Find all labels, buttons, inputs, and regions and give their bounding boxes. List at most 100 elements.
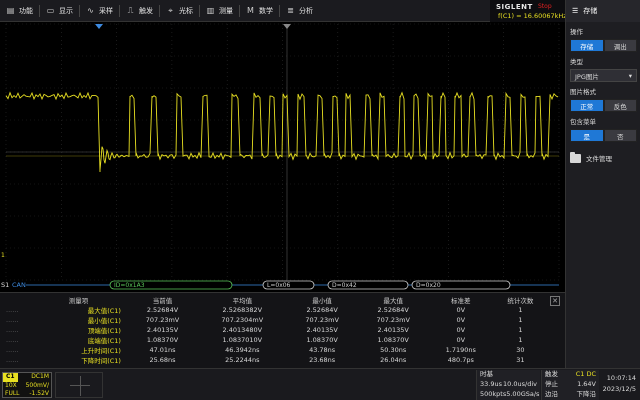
- table-cell: 707.23mV: [376, 316, 410, 324]
- trigger-box[interactable]: 触发 C1 DC 停止 1.64V 边沿 下降沿: [541, 370, 599, 400]
- table-row[interactable]: ...... 最小值(C1) 707.23mV 707.2304mV 707.2…: [0, 315, 548, 325]
- table-row[interactable]: ...... 下降时间(C1) 25.68ns 25.2244ns 23.68n…: [0, 355, 548, 365]
- table-cell: 707.23mV: [305, 316, 339, 324]
- menu-function[interactable]: ▤ 功能: [0, 0, 39, 22]
- table-row[interactable]: ...... 上升时间(C1) 47.01ns 46.3942ns 43.78n…: [0, 345, 548, 355]
- menu-label: 分析: [299, 6, 313, 15]
- measurement-name: 顶端值(C1): [87, 327, 121, 335]
- menu-label: 数学: [259, 6, 273, 15]
- measurement-header-row: 测量项 当前值 平均值 最小值 最大值 标准差 统计次数: [0, 295, 548, 305]
- timebase-box[interactable]: 时基 33.9us 10.0us/div 500kpts 5.00GSa/s: [476, 370, 540, 400]
- chevron-down-icon: ▾: [628, 71, 632, 80]
- frequency-counter: f(C1) = 16.60067kHz: [498, 12, 567, 20]
- table-cell: 1.08370V: [377, 336, 409, 344]
- horizontal-position-marker: [95, 24, 103, 29]
- row-handle: ......: [6, 336, 19, 344]
- table-row[interactable]: ...... 最大值(C1) 2.52684V 2.5268382V 2.526…: [0, 305, 548, 315]
- include-menu-yes-option[interactable]: 是: [570, 129, 604, 142]
- run-state[interactable]: Stop: [538, 3, 552, 10]
- operation-recall-option[interactable]: 调出: [603, 39, 637, 52]
- table-row[interactable]: ...... 顶端值(C1) 2.40135V 2.4013480V 2.401…: [0, 325, 548, 335]
- table-cell: 1: [518, 316, 523, 324]
- row-handle: ......: [6, 356, 19, 364]
- type-select[interactable]: JPG图片 ▾: [570, 69, 637, 82]
- ch1-ground-marker[interactable]: 1: [1, 252, 5, 259]
- ch1-waveform: [5, 91, 559, 173]
- include-menu-no-option[interactable]: 否: [603, 129, 637, 142]
- column-header: [0, 295, 30, 305]
- add-channel-button[interactable]: [55, 372, 103, 398]
- table-cell: 43.78ns: [309, 346, 336, 354]
- trigger-type: 边沿: [545, 390, 558, 398]
- format-invert-option[interactable]: 反色: [603, 99, 637, 112]
- menu-display[interactable]: ▭ 显示: [40, 0, 79, 22]
- table-cell: 2.40135V: [377, 326, 409, 334]
- column-header: 统计次数: [507, 297, 534, 305]
- ch1-coupling: DC1M: [31, 373, 49, 380]
- memory-depth: 500kpts: [480, 390, 507, 398]
- trigger-level: 1.64V: [577, 380, 596, 388]
- panel-title[interactable]: ☰ 存储: [566, 0, 640, 22]
- close-icon[interactable]: ✕: [550, 296, 560, 306]
- table-row[interactable]: ...... 底端值(C1) 1.08370V 1.0837010V 1.083…: [0, 335, 548, 345]
- ch1-tag: C1: [3, 373, 18, 382]
- folder-icon: [570, 151, 581, 163]
- table-cell: 25.68ns: [149, 356, 176, 364]
- table-cell: 480.7ps: [447, 356, 474, 364]
- menu-lines-icon: ☰: [572, 7, 579, 15]
- menu-trigger[interactable]: ⎍ 触发: [120, 0, 159, 22]
- file-manager-button[interactable]: 文件管理: [566, 150, 640, 166]
- ch1-settings-box[interactable]: C1 DC1M 10X 500mV/ FULL -1.52V: [2, 372, 52, 398]
- menu-analysis[interactable]: ≣ 分析: [280, 0, 319, 22]
- clock: 10:07:14 2023/12/5: [602, 373, 638, 395]
- s1-bus-label: S1: [1, 281, 9, 289]
- table-cell: 0V: [456, 316, 466, 324]
- type-label: 类型: [570, 58, 583, 66]
- waveform-grid: S1 CAN ID=0x1A3 L=0x06 D=0x42 D=0x20: [1, 23, 560, 290]
- menu-label: 光标: [179, 6, 193, 15]
- measurement-name: 下降时间(C1): [81, 357, 121, 365]
- measurement-name: 底端值(C1): [87, 337, 121, 345]
- bus-frame-label: ID=0x1A3: [114, 282, 145, 289]
- timebase-title: 时基: [480, 370, 493, 378]
- measurement-name: 最小值(C1): [87, 317, 121, 325]
- column-header: 平均值: [232, 297, 253, 305]
- include-menu-section: 包含菜单 是 否: [566, 112, 640, 142]
- menu-acquire[interactable]: ∿ 采样: [80, 0, 119, 22]
- operation-save-option[interactable]: 存储: [570, 39, 604, 52]
- format-normal-option[interactable]: 正常: [570, 99, 604, 112]
- table-cell: 50.30ns: [380, 346, 407, 354]
- format-section: 图片格式 正常 反色: [566, 82, 640, 112]
- trigger-icon: ⎍: [127, 6, 134, 15]
- ch1-scale: 500mV/: [25, 382, 49, 389]
- brand-logo: SIGLENT: [496, 3, 533, 11]
- table-cell: 30: [516, 346, 525, 354]
- table-cell: 0V: [456, 326, 466, 334]
- brand-area: SIGLENT Stop f(C1) = 16.60067kHz: [490, 0, 567, 22]
- menu-measure[interactable]: ▥ 测量: [200, 0, 239, 22]
- table-cell: 1: [518, 336, 523, 344]
- table-cell: 707.2304mV: [221, 316, 264, 324]
- clock-date: 2023/12/5: [602, 385, 636, 393]
- measurement-table: 测量项 当前值 平均值 最小值 最大值 标准差 统计次数 ...... 最大值(…: [0, 292, 565, 368]
- table-cell: 1: [518, 326, 523, 334]
- column-header: 当前值: [152, 297, 173, 305]
- table-cell: 2.40135V: [306, 326, 338, 334]
- menu-cursor[interactable]: ⌖ 光标: [160, 0, 199, 22]
- menu-label: 功能: [19, 6, 33, 15]
- cursor-icon: ⌖: [168, 6, 173, 15]
- function-icon: ▤: [6, 6, 15, 15]
- column-header: 最小值: [312, 297, 332, 305]
- table-cell: 707.23mV: [145, 316, 180, 324]
- menu-label: 触发: [139, 6, 153, 15]
- top-menu-bar: ▤ 功能 ▭ 显示 ∿ 采样 ⎍ 触发 ⌖ 光标 ▥ 测量 M 数学 ≣ 分析: [0, 0, 565, 22]
- menu-math[interactable]: M 数学: [240, 0, 279, 22]
- file-manager-label: 文件管理: [586, 155, 612, 163]
- operation-toggle: 存储 调出: [570, 39, 637, 52]
- table-cell: 47.01ns: [149, 346, 176, 354]
- trigger-position-marker: [283, 24, 291, 29]
- table-cell: 1.7190ns: [445, 346, 476, 354]
- measurement-name: 最大值(C1): [87, 307, 121, 315]
- waveform-display[interactable]: S1 CAN ID=0x1A3 L=0x06 D=0x42 D=0x20 1: [0, 22, 565, 292]
- table-cell: 0V: [456, 306, 466, 314]
